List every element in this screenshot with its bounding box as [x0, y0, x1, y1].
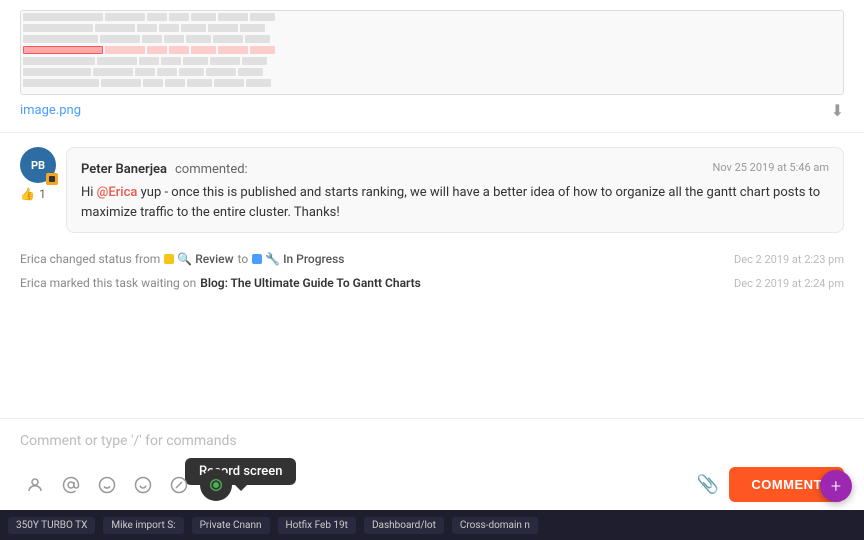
taskbar-item-3[interactable]: Hotfix Feb 19t [278, 517, 356, 534]
person-icon[interactable] [20, 470, 50, 500]
taskbar-item-4[interactable]: Dashboard/lot [364, 517, 444, 534]
attach-icon[interactable]: 📎 [697, 474, 719, 495]
comment-section: PB 👍 1 Peter Banerjea commented: Nov 25 … [0, 133, 864, 247]
thumbs-up-icon: 👍 [20, 187, 35, 201]
comment-text: Hi @Erica yup - once this is published a… [81, 183, 829, 222]
fab-button[interactable]: + [820, 470, 852, 502]
activity-item-2: Erica marked this task waiting on Blog: … [0, 271, 864, 295]
taskbar-item-5[interactable]: Cross-domain n [452, 517, 538, 534]
taskbar-item-1[interactable]: Mike import S: [103, 517, 183, 534]
at-icon[interactable] [56, 470, 86, 500]
record-screen-icon[interactable] [200, 469, 232, 501]
spreadsheet-preview [20, 10, 844, 95]
status-dot-yellow [164, 254, 174, 264]
status-dot-blue [252, 254, 262, 264]
activity-item-1: Erica changed status from 🔍 Review to 🔧 … [0, 247, 864, 271]
avatar: PB [20, 147, 56, 183]
comment-toolbar: 📎 COMMENT [20, 467, 844, 502]
comment-timestamp: Nov 25 2019 at 5:46 am [712, 161, 829, 174]
image-footer: image.png ⬇ [20, 101, 844, 120]
image-filename[interactable]: image.png [20, 103, 81, 118]
emoji-face-icon[interactable] [92, 470, 122, 500]
toolbar-left [20, 469, 232, 501]
slash-icon[interactable] [164, 470, 194, 500]
download-icon[interactable]: ⬇ [831, 101, 844, 120]
comment-header: Peter Banerjea commented: Nov 25 2019 at… [81, 158, 829, 177]
mention-erica[interactable]: @Erica [97, 185, 138, 200]
comment-placeholder[interactable]: Comment or type '/' for commands [20, 429, 844, 459]
comment-action: commented: [175, 162, 248, 177]
taskbar-item-0[interactable]: 350Y TURBO TX [8, 517, 95, 534]
taskbar: 350Y TURBO TX Mike import S: Private Cna… [0, 510, 864, 540]
commenter-name: Peter Banerjea [81, 162, 167, 177]
like-button[interactable]: 👍 1 [20, 187, 46, 201]
status-to: 🔧 In Progress [252, 252, 344, 266]
main-container: image.png ⬇ PB 👍 1 Peter Banerjea commen… [0, 0, 864, 540]
activity-time-1: Dec 2 2019 at 2:23 pm [734, 253, 844, 266]
smiley-icon[interactable] [128, 470, 158, 500]
comment-bubble: Peter Banerjea commented: Nov 25 2019 at… [66, 147, 844, 233]
comment-input-area: Comment or type '/' for commands Record … [0, 418, 864, 510]
avatar-badge [46, 173, 58, 185]
activity-time-2: Dec 2 2019 at 2:24 pm [734, 277, 844, 290]
status-from: 🔍 Review [164, 252, 233, 266]
taskbar-item-2[interactable]: Private Cnann [192, 517, 270, 534]
image-section: image.png ⬇ [0, 0, 864, 133]
task-link[interactable]: Blog: The Ultimate Guide To Gantt Charts [200, 276, 421, 290]
